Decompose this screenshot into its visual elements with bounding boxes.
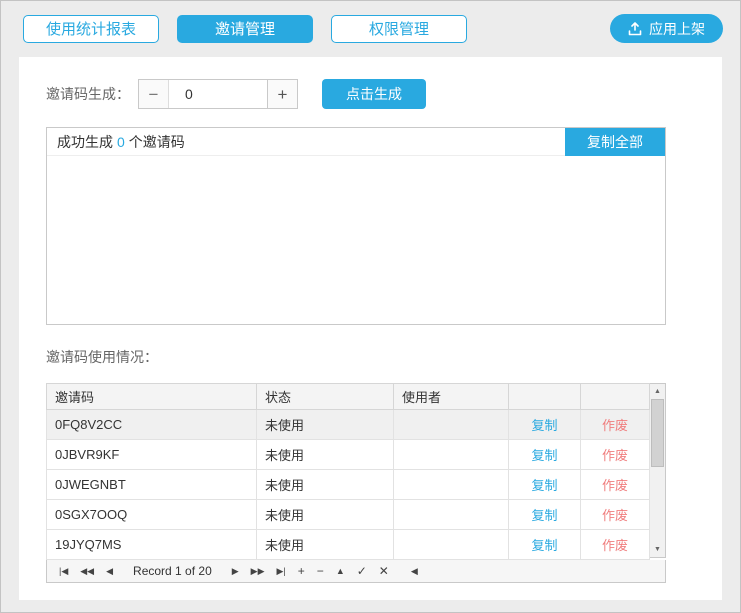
user-cell [393, 529, 509, 560]
nav-next-page-button[interactable]: ▶▶ [245, 560, 271, 582]
stepper-value-field[interactable]: 0 [169, 80, 267, 108]
copy-link[interactable]: 复制 [531, 538, 557, 553]
nav-post-button[interactable]: ✓ [351, 560, 373, 582]
copy-link[interactable]: 复制 [531, 448, 557, 463]
usage-section-label: 邀请码使用情况： [46, 349, 158, 365]
status-cell: 未使用 [256, 409, 394, 440]
table-row[interactable]: 0FQ8V2CC 未使用 复制 作废 [46, 409, 650, 440]
user-cell [393, 409, 509, 440]
invite-code-cell: 0JBVR9KF [46, 439, 257, 470]
copy-link[interactable]: 复制 [531, 508, 557, 523]
header-user[interactable]: 使用者 [393, 383, 509, 410]
nav-prev-page-button[interactable]: ◀◀ [74, 560, 100, 582]
table-header-row: 邀请码 状态 使用者 [46, 383, 650, 410]
table-row[interactable]: 0JBVR9KF 未使用 复制 作废 [46, 439, 650, 470]
table-row[interactable]: 0JWEGNBT 未使用 复制 作废 [46, 469, 650, 500]
nav-refresh-button[interactable]: ◀ [405, 560, 424, 582]
void-link[interactable]: 作废 [602, 448, 628, 463]
invitation-management-screen: 使用统计报表 邀请管理 权限管理 应用上架 邀请码生成： − 0 + 点击生成 [0, 0, 741, 613]
tab-permission-management[interactable]: 权限管理 [331, 14, 467, 43]
status-cell: 未使用 [256, 499, 394, 530]
result-suffix: 个邀请码 [128, 133, 185, 150]
header-void [580, 383, 650, 410]
nav-cancel-button[interactable]: ✕ [373, 560, 395, 582]
invite-code-cell: 19JYQ7MS [46, 529, 257, 560]
void-link[interactable]: 作废 [602, 508, 628, 523]
invite-count-stepper: − 0 + [138, 79, 298, 109]
generator-label: 邀请码生成： [46, 86, 130, 102]
table-row[interactable]: 0SGX7OOQ 未使用 复制 作废 [46, 499, 650, 530]
top-tab-bar: 使用统计报表 邀请管理 权限管理 应用上架 [1, 1, 740, 43]
status-cell: 未使用 [256, 469, 394, 500]
user-cell [393, 499, 509, 530]
tab-invitation-management[interactable]: 邀请管理 [177, 14, 313, 43]
void-link[interactable]: 作废 [602, 538, 628, 553]
table-row[interactable]: 19JYQ7MS 未使用 复制 作废 [46, 529, 650, 560]
copy-link[interactable]: 复制 [531, 478, 557, 493]
usage-grid: 邀请码 状态 使用者 0FQ8V2CC 未使用 复制 作废 0JBVR9KF 未… [46, 383, 666, 560]
generated-codes-box: 成功生成 0 个邀请码 复制全部 [46, 127, 666, 325]
header-invite-code[interactable]: 邀请码 [46, 383, 257, 410]
publish-app-button[interactable]: 应用上架 [610, 14, 723, 43]
generate-button[interactable]: 点击生成 [322, 79, 426, 109]
record-navigator: |◀ ◀◀ ◀ Record 1 of 20 ▶ ▶▶ ▶| + − ▲ ✓ ✕… [46, 560, 666, 583]
publish-app-label: 应用上架 [649, 20, 705, 37]
result-count: 0 [117, 133, 125, 150]
void-link[interactable]: 作废 [602, 478, 628, 493]
usage-table-wrap: 邀请码 状态 使用者 0FQ8V2CC 未使用 复制 作废 0JBVR9KF 未… [46, 383, 666, 583]
status-cell: 未使用 [256, 529, 394, 560]
generator-row: 邀请码生成： − 0 + 点击生成 [46, 79, 695, 109]
invite-code-cell: 0JWEGNBT [46, 469, 257, 500]
nav-delete-button[interactable]: − [311, 560, 330, 582]
nav-last-button[interactable]: ▶| [271, 560, 292, 582]
result-prefix: 成功生成 [57, 133, 113, 150]
invite-code-cell: 0SGX7OOQ [46, 499, 257, 530]
tab-usage-report[interactable]: 使用统计报表 [23, 14, 159, 43]
upload-icon [628, 21, 642, 36]
stepper-minus-button[interactable]: − [139, 80, 169, 108]
scroll-down-icon[interactable]: ▼ [650, 542, 665, 557]
void-link[interactable]: 作废 [602, 418, 628, 433]
header-copy [508, 383, 581, 410]
usage-table: 邀请码 状态 使用者 0FQ8V2CC 未使用 复制 作废 0JBVR9KF 未… [46, 383, 650, 560]
user-cell [393, 439, 509, 470]
user-cell [393, 469, 509, 500]
record-count-text: Record 1 of 20 [133, 564, 212, 578]
nav-next-button[interactable]: ▶ [226, 560, 245, 582]
nav-prev-button[interactable]: ◀ [100, 560, 119, 582]
copy-link[interactable]: 复制 [531, 418, 557, 433]
scrollbar-thumb[interactable] [651, 399, 664, 467]
scroll-up-icon[interactable]: ▲ [650, 384, 665, 399]
stepper-plus-button[interactable]: + [267, 80, 297, 108]
table-scrollbar[interactable]: ▲ ▼ [650, 383, 666, 558]
header-status[interactable]: 状态 [256, 383, 394, 410]
nav-append-button[interactable]: + [292, 560, 311, 582]
nav-edit-button[interactable]: ▲ [330, 560, 351, 582]
invite-code-cell: 0FQ8V2CC [46, 409, 257, 440]
status-cell: 未使用 [256, 439, 394, 470]
main-panel: 邀请码生成： − 0 + 点击生成 成功生成 0 个邀请码 复制全部 邀请码使用… [19, 57, 722, 600]
nav-first-button[interactable]: |◀ [53, 560, 74, 582]
copy-all-button[interactable]: 复制全部 [565, 128, 665, 156]
